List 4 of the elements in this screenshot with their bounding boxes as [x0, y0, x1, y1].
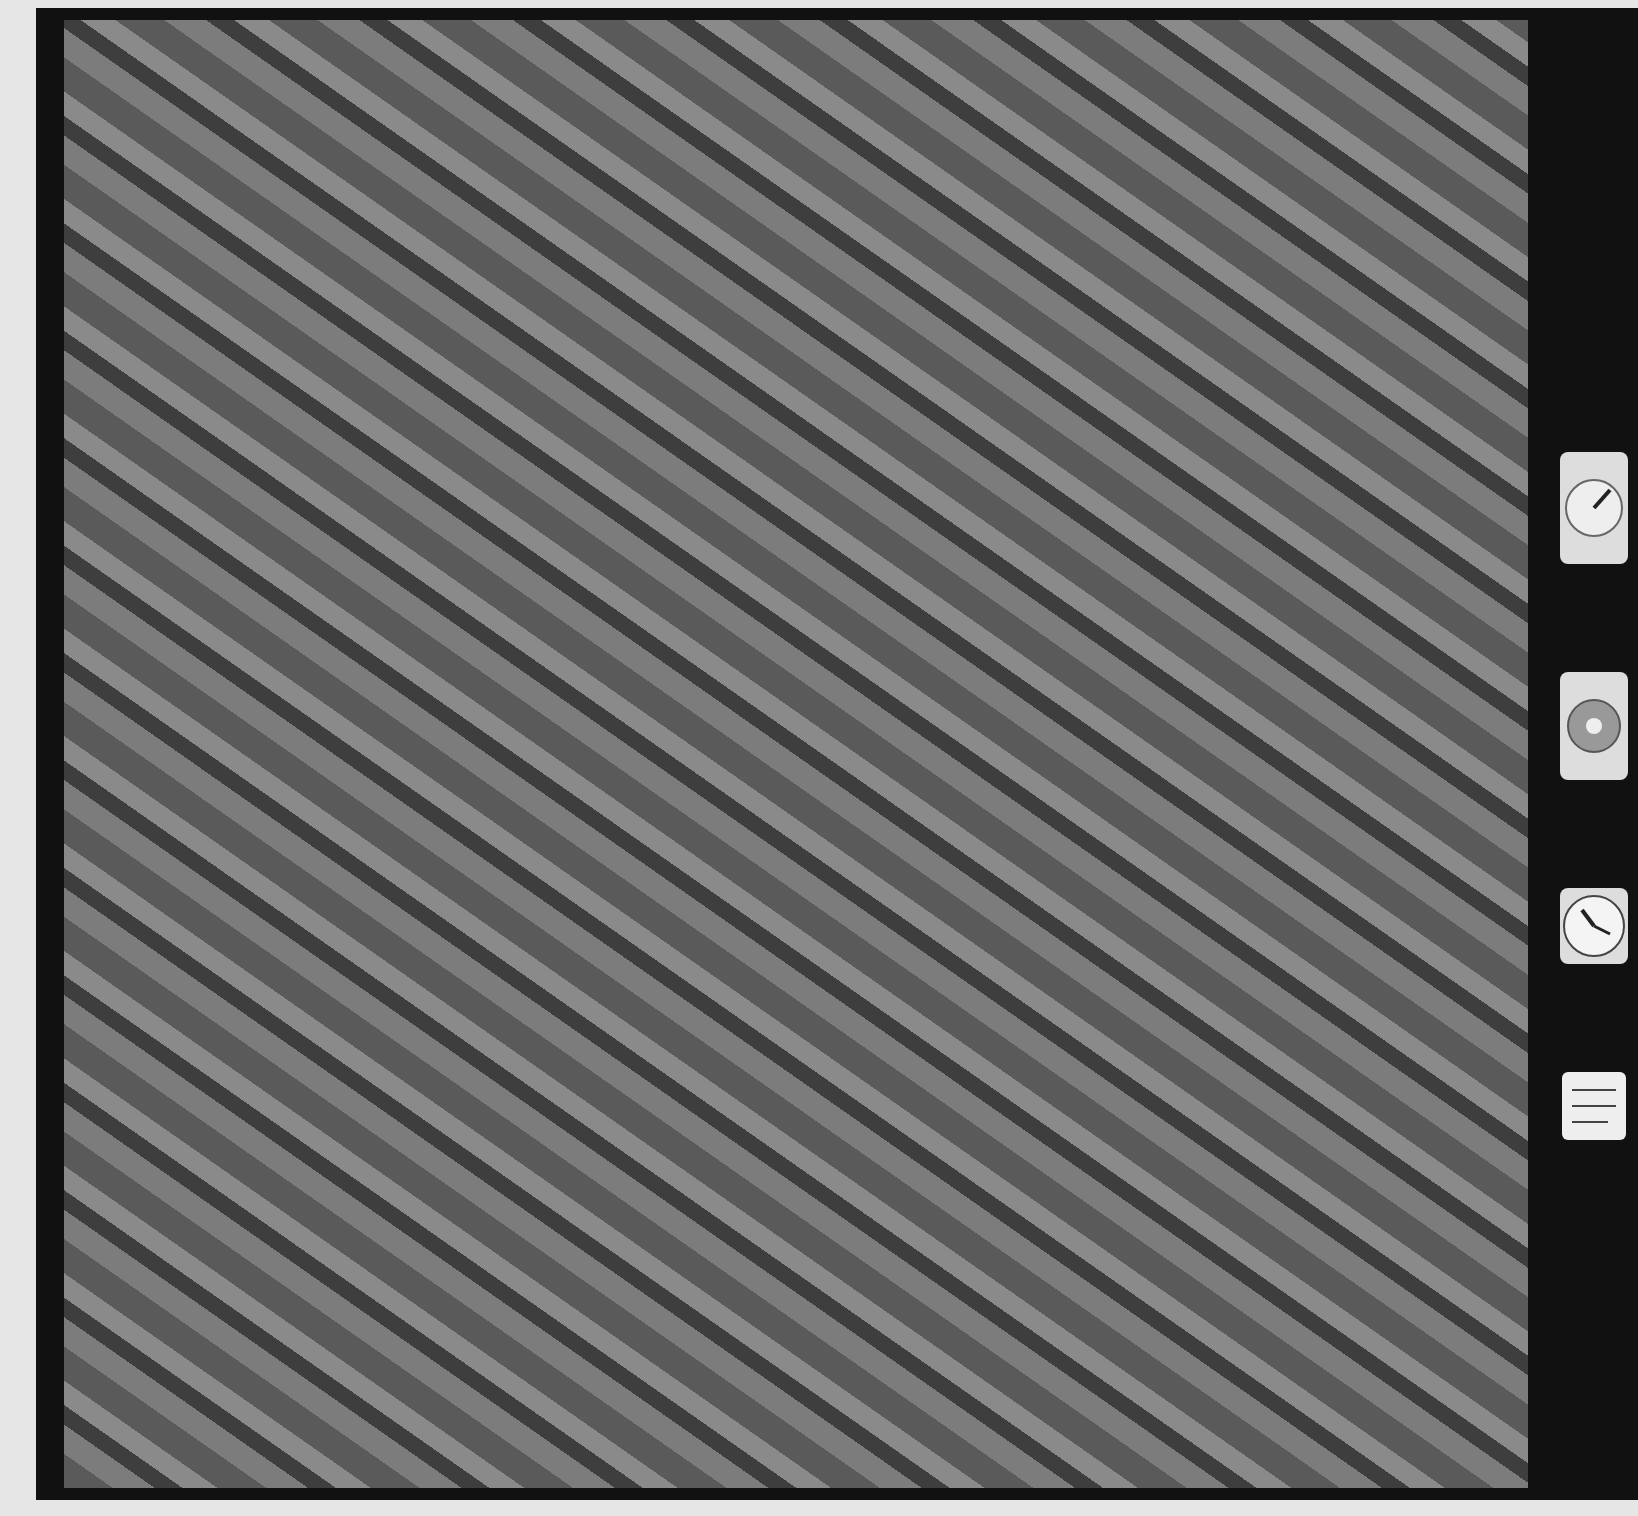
gauge-icon: [1557, 450, 1629, 566]
data-card-icon: [1559, 1070, 1627, 1142]
level-gauge-icon: [1557, 670, 1629, 782]
clock-icon: [1557, 886, 1629, 966]
